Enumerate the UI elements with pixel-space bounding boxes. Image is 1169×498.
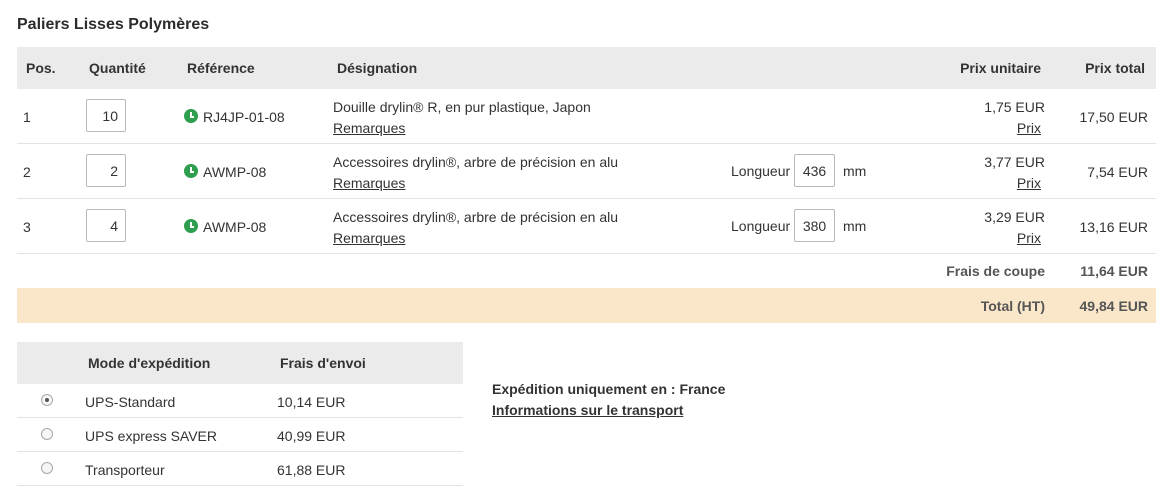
length-label: Longueur — [731, 163, 791, 179]
header-quantity: Quantité — [89, 60, 146, 76]
row-total: 7,54 EUR — [1087, 164, 1148, 180]
length-unit: mm — [843, 163, 867, 179]
header-unit-price: Prix unitaire — [960, 60, 1041, 76]
shipping-table-header: Mode d'expédition Frais d'envoi — [17, 342, 463, 384]
shipping-option-cost: 10,14 EUR — [277, 394, 346, 410]
total-value: 49,84 EUR — [1079, 298, 1148, 314]
shipping-option[interactable]: Transporteur 61,88 EUR — [17, 452, 463, 486]
cut-fee-label: Frais de coupe — [946, 263, 1045, 279]
clock-icon — [184, 109, 198, 123]
price-link[interactable]: Prix — [1017, 230, 1041, 246]
shipping-info: Expédition uniquement en : France — [492, 381, 726, 397]
total-label: Total (HT) — [980, 298, 1045, 314]
header-shipping-cost: Frais d'envoi — [280, 355, 366, 371]
shipping-option-name: Transporteur — [85, 462, 165, 478]
shipping-option-cost: 61,88 EUR — [277, 462, 346, 478]
shipping-option-cost: 40,99 EUR — [277, 428, 346, 444]
length-input[interactable] — [794, 209, 835, 242]
remarks-link[interactable]: Remarques — [333, 120, 405, 136]
clock-icon — [184, 164, 198, 178]
row-unit-price: 3,29 EUR — [984, 209, 1045, 225]
quantity-input[interactable] — [86, 209, 126, 242]
shipping-option-name: UPS-Standard — [85, 394, 176, 410]
table-row: 2 AWMP-08 Accessoires drylin®, arbre de … — [17, 144, 1156, 199]
shipping-option-name: UPS express SAVER — [85, 428, 218, 444]
row-designation: Accessoires drylin®, arbre de précision … — [333, 209, 619, 225]
row-unit-price: 3,77 EUR — [984, 154, 1045, 170]
row-reference: RJ4JP-01-08 — [203, 109, 285, 125]
row-total: 17,50 EUR — [1079, 109, 1148, 125]
row-pos: 2 — [23, 164, 31, 180]
length-label: Longueur — [731, 218, 791, 234]
length-unit: mm — [843, 218, 867, 234]
price-link[interactable]: Prix — [1017, 175, 1041, 191]
row-reference: AWMP-08 — [203, 219, 267, 235]
shipping-radio[interactable] — [41, 428, 53, 440]
remarks-link[interactable]: Remarques — [333, 230, 405, 246]
order-table: Pos. Quantité Référence Désignation Prix… — [17, 47, 1156, 323]
table-row: 1 RJ4JP-01-08 Douille drylin® R, en pur … — [17, 89, 1156, 144]
header-pos: Pos. — [26, 60, 56, 76]
order-table-header: Pos. Quantité Référence Désignation Prix… — [17, 47, 1156, 89]
shipping-table: Mode d'expédition Frais d'envoi UPS-Stan… — [17, 342, 463, 486]
header-shipping-mode: Mode d'expédition — [88, 355, 211, 371]
quantity-input[interactable] — [86, 154, 126, 187]
row-designation: Douille drylin® R, en pur plastique, Jap… — [333, 99, 591, 115]
header-reference: Référence — [187, 60, 255, 76]
table-row: 3 AWMP-08 Accessoires drylin®, arbre de … — [17, 199, 1156, 254]
shipping-radio[interactable] — [41, 462, 53, 474]
price-link[interactable]: Prix — [1017, 120, 1041, 136]
row-unit-price: 1,75 EUR — [984, 99, 1045, 115]
row-total: 13,16 EUR — [1079, 219, 1148, 235]
row-designation: Accessoires drylin®, arbre de précision … — [333, 154, 619, 170]
shipping-radio[interactable] — [41, 394, 53, 406]
clock-icon — [184, 219, 198, 233]
remarks-link[interactable]: Remarques — [333, 175, 405, 191]
row-reference: AWMP-08 — [203, 164, 267, 180]
quantity-input[interactable] — [86, 99, 126, 132]
shipping-info-link[interactable]: Informations sur le transport — [492, 402, 683, 418]
cut-fee-value: 11,64 EUR — [1080, 263, 1148, 279]
row-pos: 3 — [23, 219, 31, 235]
shipping-option[interactable]: UPS express SAVER 40,99 EUR — [17, 418, 463, 452]
cut-fee-row: Frais de coupe 11,64 EUR — [17, 254, 1156, 288]
header-total-price: Prix total — [1085, 60, 1145, 76]
shipping-option[interactable]: UPS-Standard 10,14 EUR — [17, 384, 463, 418]
header-designation: Désignation — [337, 60, 418, 76]
page-title: Paliers Lisses Polymères — [17, 16, 210, 33]
row-pos: 1 — [23, 109, 31, 125]
length-input[interactable] — [794, 154, 835, 187]
total-row: Total (HT) 49,84 EUR — [17, 288, 1156, 323]
